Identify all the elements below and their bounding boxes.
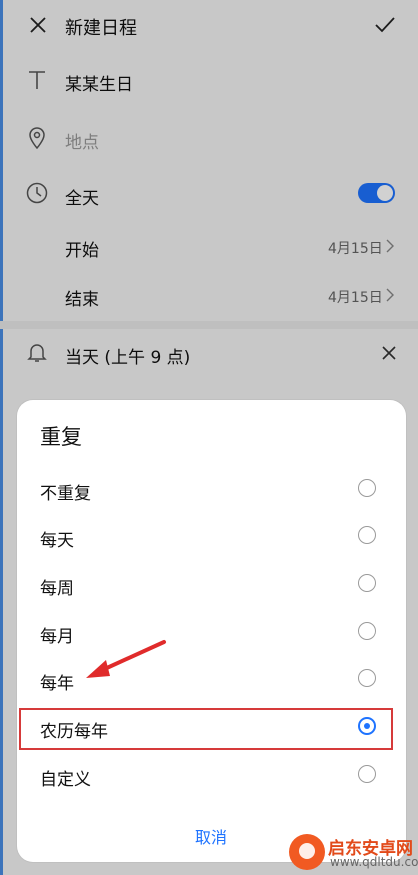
option-label: 自定义 (40, 770, 91, 790)
watermark: 启东安卓网 www.qdltdu.com (283, 822, 418, 875)
red-arrow-annotation (86, 640, 166, 678)
dialog-title: 重复 (40, 425, 82, 449)
repeat-option-daily[interactable]: 每天 (17, 513, 406, 561)
radio-button[interactable] (358, 765, 376, 783)
radio-button[interactable] (358, 622, 376, 640)
option-label: 每天 (40, 531, 74, 551)
radio-button[interactable] (358, 574, 376, 592)
option-label: 每年 (40, 674, 74, 694)
highlight-box (19, 708, 393, 750)
repeat-option-monthly[interactable]: 每月 (17, 609, 406, 657)
watermark-logo-icon (289, 834, 325, 870)
repeat-option-none[interactable]: 不重复 (17, 466, 406, 514)
repeat-option-weekly[interactable]: 每周 (17, 561, 406, 609)
radio-button[interactable] (358, 526, 376, 544)
option-label: 不重复 (40, 484, 91, 504)
radio-button[interactable] (358, 669, 376, 687)
watermark-url: www.qdltdu.com (330, 855, 418, 869)
repeat-option-yearly[interactable]: 每年 (17, 656, 406, 704)
cancel-button[interactable]: 取消 (195, 824, 227, 848)
option-label: 每月 (40, 627, 74, 647)
option-label: 每周 (40, 579, 74, 599)
radio-button[interactable] (358, 479, 376, 497)
repeat-dialog: 重复 不重复 每天 每周 每月 每年 农历每年 自定义 取消 (17, 400, 406, 862)
repeat-option-custom[interactable]: 自定义 (17, 752, 406, 800)
